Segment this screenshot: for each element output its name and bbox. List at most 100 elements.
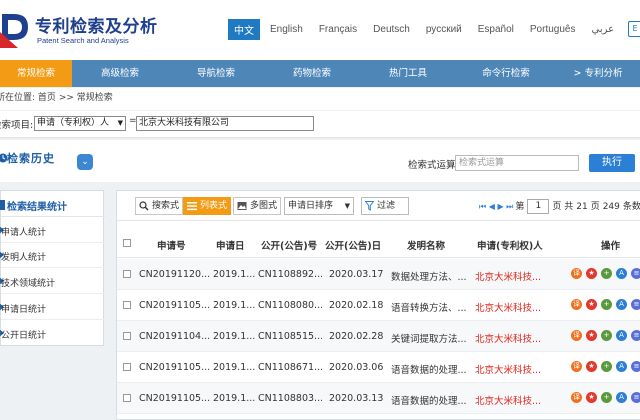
- stats-marker-icon: [0, 200, 5, 210]
- favorite-icon[interactable]: ★: [586, 361, 597, 372]
- pager-label-after: 页 共: [552, 202, 574, 212]
- nav-hot-tools[interactable]: 热门工具: [360, 60, 456, 87]
- execute-button[interactable]: 执行: [589, 154, 635, 172]
- multi-image-view-button[interactable]: 多图式: [233, 197, 282, 215]
- row-checkbox[interactable]: [123, 270, 131, 278]
- chevron-down-icon[interactable]: ⌄: [77, 154, 93, 170]
- analysis-icon[interactable]: A: [616, 361, 627, 372]
- stat-item-publication-date[interactable]: 公开日统计: [0, 321, 105, 346]
- favorite-icon[interactable]: ★: [586, 392, 597, 403]
- detail-icon[interactable]: ≡: [631, 392, 640, 403]
- translate-icon[interactable]: 译: [571, 361, 582, 372]
- search-field-select[interactable]: 申请（专利权）人 ▼: [34, 116, 126, 131]
- invention-title-link[interactable]: 语音数据的处理...: [391, 393, 473, 407]
- add-icon[interactable]: +: [601, 330, 612, 341]
- detail-icon[interactable]: ≡: [631, 299, 640, 310]
- list-view-button[interactable]: 列表式: [183, 197, 232, 215]
- stat-item-applicant[interactable]: 申请人统计: [0, 218, 105, 243]
- table-row[interactable]: CN20191120... 2019.1... CN1108892... 2020.0…: [117, 259, 640, 290]
- nav-navigation-search[interactable]: 导航检索: [168, 60, 264, 87]
- site-title: 专利检索及分析: [35, 17, 158, 37]
- page-number-input[interactable]: 1: [527, 199, 550, 214]
- applicant-link[interactable]: 北京大米科技...: [475, 362, 561, 376]
- invention-title-link[interactable]: 数据处理方法、...: [391, 269, 473, 283]
- nav-command-search[interactable]: 命令行检索: [456, 60, 556, 87]
- add-icon[interactable]: +: [601, 268, 612, 279]
- logo-icon: [0, 14, 28, 48]
- stat-item-application-date[interactable]: 申请日统计: [0, 295, 105, 320]
- lang-portuguese[interactable]: Português: [524, 21, 582, 38]
- row-operations: 译 ★ + A ≡: [571, 299, 640, 310]
- invention-title-link[interactable]: 关键词提取方法...: [391, 331, 473, 345]
- detail-icon[interactable]: ≡: [631, 361, 640, 372]
- stat-item-label: 申请日统计: [1, 305, 47, 315]
- row-checkbox[interactable]: [123, 363, 131, 371]
- table-row[interactable]: CN20191105... 2019.1... CN1108080... 2020.0…: [117, 290, 640, 321]
- table-row[interactable]: CN20191105... 2019.1... CN1108671... 2020.0…: [117, 352, 640, 383]
- breadcrumb-home[interactable]: 首页: [38, 93, 56, 103]
- lang-english[interactable]: English: [264, 21, 309, 38]
- favorite-icon[interactable]: ★: [586, 330, 597, 341]
- edit-icon[interactable]: E: [628, 21, 640, 37]
- filter-label: 过滤: [377, 201, 396, 211]
- translate-icon[interactable]: 译: [571, 268, 582, 279]
- nav-advanced-search[interactable]: 高级检索: [72, 60, 168, 87]
- lang-chinese[interactable]: 中文: [228, 18, 260, 40]
- translate-icon[interactable]: 译: [571, 392, 582, 403]
- lang-arabic[interactable]: عربي: [585, 21, 620, 38]
- applicant-link[interactable]: 北京大米科技...: [475, 331, 561, 345]
- add-icon[interactable]: +: [601, 361, 612, 372]
- operation-input[interactable]: 检索式运算: [455, 155, 579, 171]
- invention-title-link[interactable]: 语音数据的处理...: [391, 362, 473, 376]
- add-icon[interactable]: +: [601, 392, 612, 403]
- stat-item-tech-field[interactable]: 技术领域统计: [0, 269, 105, 294]
- filter-button[interactable]: 过滤: [361, 197, 409, 215]
- row-checkbox[interactable]: [123, 332, 131, 340]
- applicant-link[interactable]: 北京大米科技...: [475, 269, 561, 283]
- chevron-down-icon: ▼: [344, 202, 350, 210]
- detail-icon[interactable]: ≡: [631, 330, 640, 341]
- nav-drug-search[interactable]: 药物检索: [264, 60, 360, 87]
- pager-total-pages: 21: [576, 202, 588, 212]
- table-row[interactable]: CN20191104... 2019.1... CN1108515... 2020.0…: [117, 321, 640, 352]
- analysis-icon[interactable]: A: [616, 330, 627, 341]
- row-checkbox[interactable]: [123, 394, 131, 402]
- search-view-button[interactable]: 搜索式: [135, 197, 184, 215]
- detail-icon[interactable]: ≡: [631, 268, 640, 279]
- applicant-link[interactable]: 北京大米科技...: [475, 300, 561, 314]
- analysis-icon[interactable]: A: [616, 299, 627, 310]
- applicant-link[interactable]: 北京大米科技...: [475, 393, 561, 407]
- favorite-icon[interactable]: ★: [586, 299, 597, 310]
- search-icon: [139, 201, 149, 211]
- invention-title-link[interactable]: 语音转换方法、...: [391, 300, 473, 314]
- analysis-icon[interactable]: A: [616, 268, 627, 279]
- translate-icon[interactable]: 译: [571, 299, 582, 310]
- lang-russian[interactable]: русский: [420, 21, 468, 38]
- table-cell: CN20191105...: [139, 300, 211, 311]
- image-icon: [237, 202, 247, 210]
- pager-label-before: 第: [515, 202, 525, 212]
- lang-french[interactable]: Français: [313, 21, 363, 38]
- table-cell: 2020.02.18: [329, 300, 384, 311]
- table-row[interactable]: CN20191105... 2019.1... CN1108803... 2020.0…: [117, 383, 640, 414]
- nav-patent-analysis[interactable]: > 专利分析: [556, 60, 640, 87]
- favorite-icon[interactable]: ★: [586, 268, 597, 279]
- site-subtitle: Patent Search and Analysis: [37, 36, 129, 45]
- nav-basic-search[interactable]: 常规检索: [0, 60, 72, 87]
- table-cell: 2020.03.17: [329, 269, 384, 280]
- add-icon[interactable]: +: [601, 299, 612, 310]
- pager: ⏮ ◀ ▶ ⏭ 第 1 页 共 21 页 249 条数: [479, 199, 640, 215]
- sort-select[interactable]: 申请日排序 ▼: [284, 197, 354, 215]
- results-toolbar: 搜索式 列表式 多图式 申请日排序 ▼ 过滤 ⏮ ◀ ▶ ⏭ 第 1 页 共 2…: [117, 191, 640, 221]
- lang-spanish[interactable]: Español: [472, 21, 520, 38]
- row-checkbox[interactable]: [123, 301, 131, 309]
- translate-icon[interactable]: 译: [571, 330, 582, 341]
- search-query-input[interactable]: 北京大米科技有限公司: [136, 116, 314, 131]
- pager-nav-icons[interactable]: ⏮ ◀ ▶ ⏭: [479, 199, 513, 215]
- table-header: 申请号 申请日 公开(公告)号 公开(公告)日 发明名称 申请(专利权)人 操作: [117, 228, 640, 258]
- lang-german[interactable]: Deutsch: [367, 21, 416, 38]
- select-all-checkbox[interactable]: [123, 239, 131, 247]
- stats-title: 检索结果统计: [7, 202, 67, 213]
- analysis-icon[interactable]: A: [616, 392, 627, 403]
- stat-item-inventor[interactable]: 发明人统计: [0, 243, 105, 268]
